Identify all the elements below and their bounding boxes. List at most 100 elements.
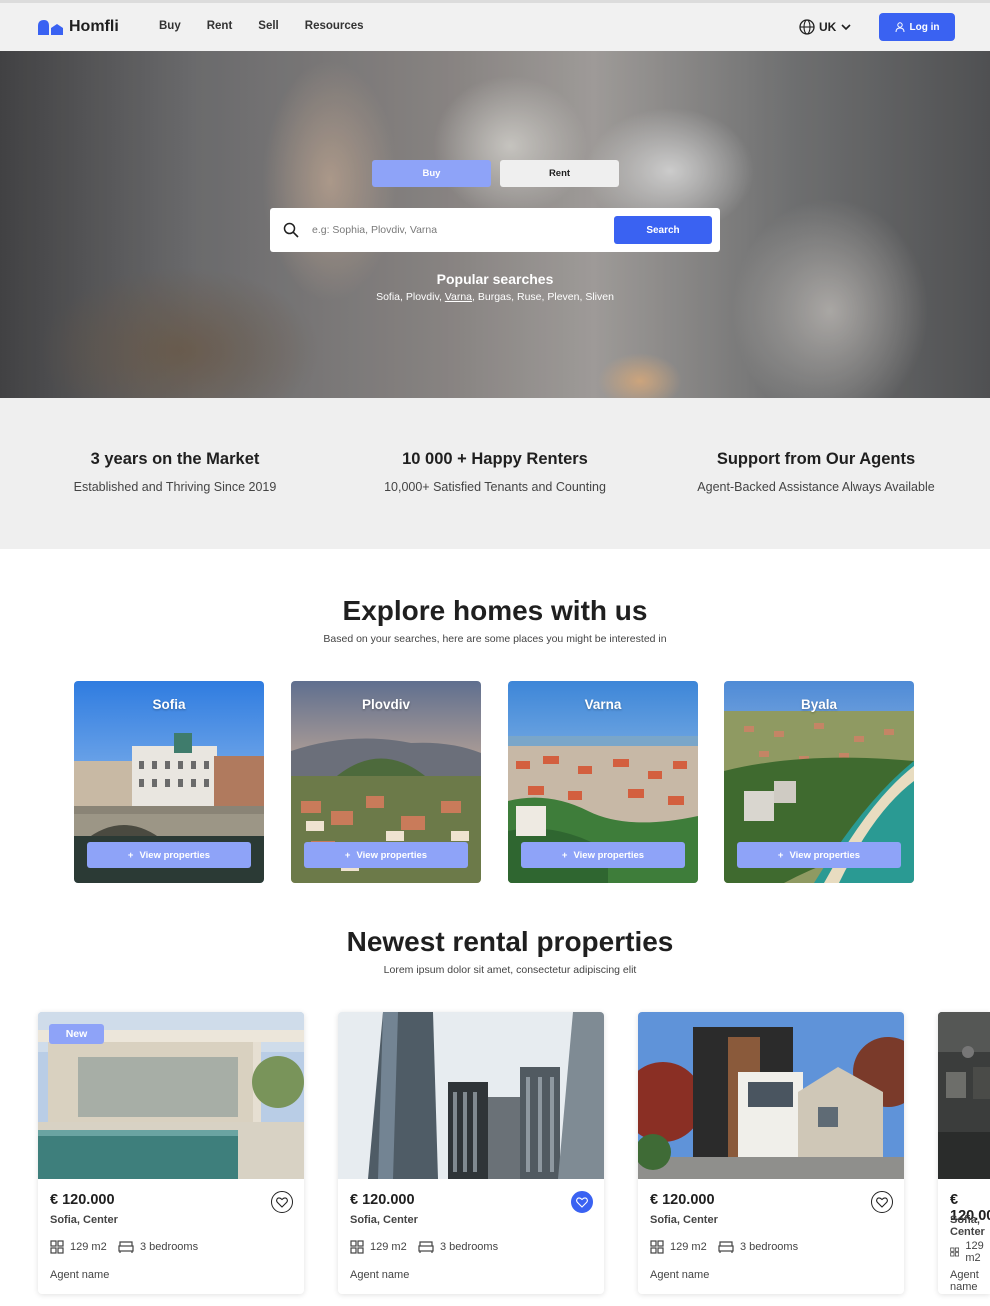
property-card[interactable]: € 120.000 Sofia, Center 129 m2 Agent nam… <box>938 1012 990 1294</box>
favorite-button[interactable] <box>571 1191 593 1213</box>
search-bar: Search <box>270 208 720 252</box>
city-name: Sofia <box>152 697 186 712</box>
search-icon <box>283 222 299 238</box>
main-menu: Buy Rent Sell Resources <box>159 20 390 32</box>
stat-item: 3 years on the Market Established and Th… <box>25 450 325 494</box>
rentals-title: Newest rental properties <box>346 926 674 957</box>
property-price: € 120.000 <box>350 1192 415 1208</box>
property-bedrooms: 3 bedrooms <box>118 1240 198 1254</box>
plus-icon: + <box>127 849 134 861</box>
popular-search-link[interactable]: Sliven <box>585 291 614 303</box>
bed-icon <box>718 1241 734 1253</box>
plus-icon: + <box>344 849 351 861</box>
property-card[interactable]: New € 120.000 Sofia, Center 129 m2 3 bed… <box>38 1012 304 1294</box>
heart-icon <box>576 1196 588 1208</box>
city-name: Varna <box>584 697 622 712</box>
nav-link-sell[interactable]: Sell <box>258 20 278 32</box>
chevron-down-icon <box>841 24 851 31</box>
popular-search-link[interactable]: Pleven <box>547 291 579 303</box>
agent-name: Agent name <box>350 1269 410 1281</box>
brand-logo[interactable]: Homfli <box>38 18 119 36</box>
user-icon <box>895 22 904 32</box>
heart-icon <box>876 1196 888 1208</box>
property-location: Sofia, Center <box>50 1214 118 1226</box>
city-name: Byala <box>800 697 838 712</box>
popular-search-link[interactable]: Burgas <box>478 291 511 303</box>
view-properties-label: View properties <box>356 849 428 861</box>
city-card-byala[interactable]: Byala + View properties <box>724 681 914 883</box>
property-area-value: 129 m2 <box>965 1240 984 1264</box>
popular-search-link[interactable]: Plovdiv <box>406 291 439 303</box>
rentals-subtitle: Lorem ipsum dolor sit amet, consectetur … <box>383 964 637 976</box>
bed-icon <box>418 1241 434 1253</box>
popular-search-link[interactable]: Varna <box>445 291 472 303</box>
globe-icon <box>799 19 815 35</box>
area-grid-icon <box>350 1240 364 1254</box>
area-grid-icon <box>950 1247 960 1257</box>
search-button[interactable]: Search <box>614 216 712 244</box>
locale-label: UK <box>819 20 837 34</box>
city-card-sofia[interactable]: Sofia + View properties <box>74 681 264 883</box>
new-badge: New <box>49 1024 104 1044</box>
agent-name: Agent name <box>950 1269 979 1293</box>
property-photo-towers <box>338 1012 604 1179</box>
property-area: 129 m2 <box>950 1240 990 1264</box>
stat-subtitle: Established and Thriving Since 2019 <box>73 480 277 494</box>
stat-title: Support from Our Agents <box>716 450 916 468</box>
stats-band: 3 years on the Market Established and Th… <box>0 398 990 549</box>
locale-selector[interactable]: UK <box>799 19 852 35</box>
stat-item: 10 000 + Happy Renters 10,000+ Satisfied… <box>345 450 645 494</box>
property-card[interactable]: € 120.000 Sofia, Center 129 m2 3 bedroom… <box>638 1012 904 1294</box>
city-card-plovdiv[interactable]: Plovdiv + View properties <box>291 681 481 883</box>
search-input[interactable] <box>312 221 602 239</box>
view-properties-button[interactable]: + View properties <box>737 842 901 868</box>
stat-subtitle: 10,000+ Satisfied Tenants and Counting <box>384 480 606 494</box>
property-area: 129 m2 <box>50 1240 107 1254</box>
property-card[interactable]: € 120.000 Sofia, Center 129 m2 3 bedroom… <box>338 1012 604 1294</box>
nav-link-buy[interactable]: Buy <box>159 20 181 32</box>
property-bedrooms-value: 3 bedrooms <box>740 1241 799 1253</box>
login-label: Log in <box>909 21 940 33</box>
plus-icon: + <box>561 849 568 861</box>
popular-search-link[interactable]: Ruse <box>517 291 542 303</box>
view-properties-button[interactable]: + View properties <box>521 842 685 868</box>
stat-title: 10 000 + Happy Renters <box>402 450 588 468</box>
plus-icon: + <box>777 849 784 861</box>
stat-title: 3 years on the Market <box>90 450 260 468</box>
favorite-button[interactable] <box>271 1191 293 1213</box>
city-card-varna[interactable]: Varna + View properties <box>508 681 698 883</box>
stat-item: Support from Our Agents Agent-Backed Ass… <box>666 450 966 494</box>
property-photo-interior <box>938 1012 990 1179</box>
explore-subtitle: Based on your searches, here are some pl… <box>323 633 667 645</box>
explore-title: Explore homes with us <box>342 595 648 626</box>
view-properties-button[interactable]: + View properties <box>87 842 251 868</box>
brand-name: Homfli <box>69 18 119 35</box>
top-navbar: Homfli Buy Rent Sell Resources UK Log in <box>0 0 990 51</box>
popular-searches-title: Popular searches <box>436 271 554 287</box>
property-area-value: 129 m2 <box>670 1241 707 1253</box>
nav-link-rent[interactable]: Rent <box>207 20 233 32</box>
view-properties-label: View properties <box>573 849 645 861</box>
popular-search-link[interactable]: Sofia <box>376 291 400 303</box>
view-properties-label: View properties <box>789 849 861 861</box>
agent-name: Agent name <box>650 1269 710 1281</box>
property-bedrooms-value: 3 bedrooms <box>140 1241 199 1253</box>
area-grid-icon <box>650 1240 664 1254</box>
stat-subtitle: Agent-Backed Assistance Always Available <box>697 480 935 494</box>
property-bedrooms: 3 bedrooms <box>418 1240 498 1254</box>
tab-rent[interactable]: Rent <box>500 160 619 187</box>
favorite-button[interactable] <box>871 1191 893 1213</box>
login-button[interactable]: Log in <box>879 13 955 41</box>
property-area: 129 m2 <box>650 1240 707 1254</box>
hero-banner: Buy Rent Search Popular searches Sofia, … <box>0 51 990 398</box>
view-properties-button[interactable]: + View properties <box>304 842 468 868</box>
popular-searches-list: Sofia, Plovdiv, Varna, Burgas, Ruse, Ple… <box>376 291 614 303</box>
heart-icon <box>276 1196 288 1208</box>
bed-icon <box>118 1241 134 1253</box>
property-location: Sofia, Center <box>950 1214 985 1238</box>
nav-link-resources[interactable]: Resources <box>305 20 364 32</box>
property-bedrooms-value: 3 bedrooms <box>440 1241 499 1253</box>
house-logo-icon <box>38 20 63 35</box>
tab-buy[interactable]: Buy <box>372 160 491 187</box>
agent-name: Agent name <box>50 1269 110 1281</box>
